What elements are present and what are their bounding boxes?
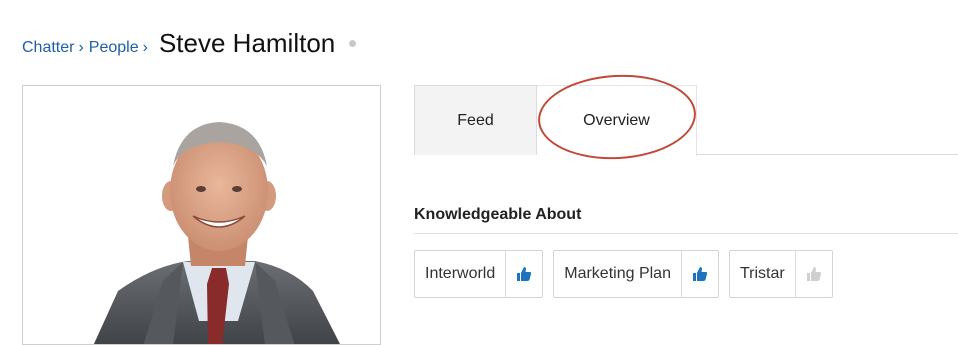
profile-tabs: Feed Overview [414,85,958,156]
thumbs-up-icon[interactable] [506,251,542,297]
topic-chip: Tristar [728,250,833,298]
breadcrumb-separator: › [78,39,84,56]
tab-feed-label: Feed [457,111,494,129]
topic-label[interactable]: Interworld [415,251,507,297]
tab-feed[interactable]: Feed [414,85,537,155]
topic-list: Interworld Marketing Plan Tristar [414,250,833,298]
presence-status-icon [349,40,357,47]
breadcrumb-separator: › [142,39,148,56]
profile-photo [22,85,381,345]
breadcrumb: Chatter › People › Steve Hamilton [22,28,357,62]
thumbs-up-icon[interactable] [682,251,718,297]
topic-chip: Interworld [414,250,544,298]
person-photo-icon [93,122,340,344]
topic-label[interactable]: Marketing Plan [554,251,682,297]
topic-chip: Marketing Plan [553,250,719,298]
tab-overview-label: Overview [583,112,650,129]
breadcrumb-chatter-link[interactable]: Chatter [22,39,74,57]
knowledge-heading: Knowledgeable About [414,206,582,223]
tab-overview[interactable]: Overview [537,85,697,156]
page-title: Steve Hamilton [158,28,336,58]
thumbs-up-icon[interactable] [796,251,832,297]
section-divider [414,233,958,234]
breadcrumb-people-link[interactable]: People [89,39,139,57]
topic-label[interactable]: Tristar [730,251,796,297]
